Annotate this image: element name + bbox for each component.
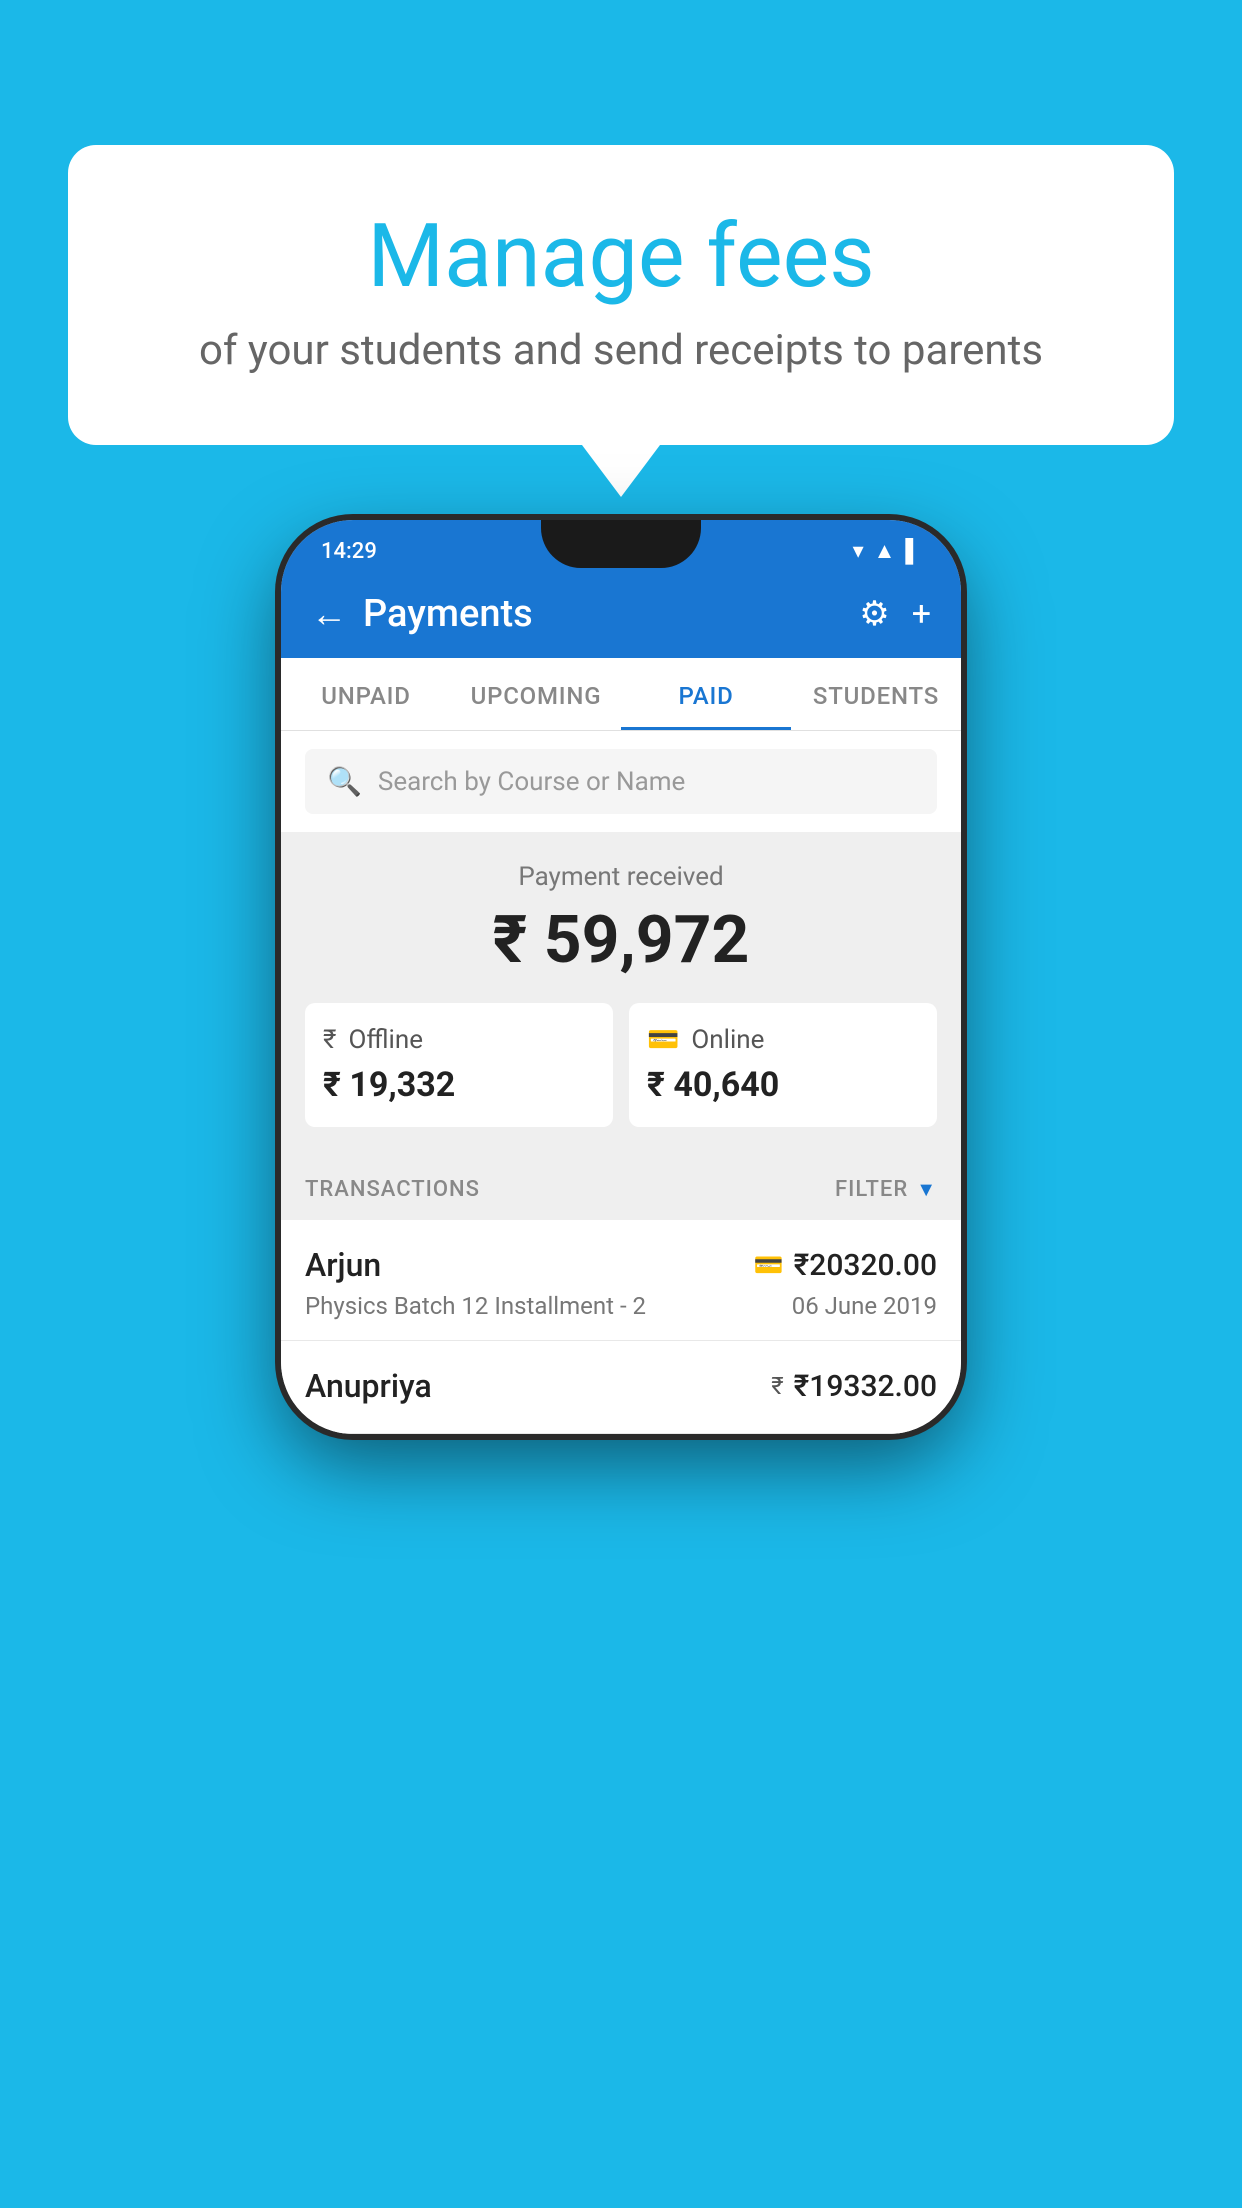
- add-button[interactable]: +: [912, 594, 931, 634]
- transaction-name: Anupriya: [305, 1367, 432, 1405]
- online-amount: ₹ 40,640: [647, 1065, 919, 1105]
- settings-button[interactable]: ⚙: [859, 594, 889, 634]
- online-label: Online: [691, 1025, 764, 1055]
- bubble-title: Manage fees: [148, 205, 1094, 308]
- transaction-item[interactable]: Anupriya ₹ ₹19332.00: [281, 1341, 961, 1434]
- battery-icon: ▌: [905, 538, 921, 564]
- search-icon: 🔍: [327, 765, 362, 798]
- transaction-list: Arjun 💳 ₹20320.00 Physics Batch 12 Insta…: [281, 1220, 961, 1434]
- wifi-icon: ▾: [853, 539, 864, 564]
- payment-cards: ₹ Offline ₹ 19,332 💳 Online ₹ 40,640: [301, 1003, 941, 1127]
- transactions-header: TRANSACTIONS FILTER ▼: [281, 1155, 961, 1220]
- tab-upcoming[interactable]: UPCOMING: [451, 658, 621, 730]
- bubble-subtitle: of your students and send receipts to pa…: [148, 326, 1094, 375]
- signal-icon: ▲: [874, 538, 896, 564]
- cash-mode-icon: ₹: [771, 1372, 783, 1400]
- app-bar-right: ⚙ +: [859, 594, 931, 634]
- app-bar: ← Payments ⚙ +: [281, 574, 961, 658]
- transaction-amount-wrap: 💳 ₹20320.00: [754, 1248, 937, 1283]
- transaction-amount: ₹19332.00: [794, 1369, 937, 1404]
- offline-card-header: ₹ Offline: [323, 1025, 595, 1055]
- transaction-row-bottom: Physics Batch 12 Installment - 2 06 June…: [305, 1292, 937, 1320]
- offline-label: Offline: [348, 1025, 423, 1055]
- transaction-amount-wrap: ₹ ₹19332.00: [771, 1369, 937, 1404]
- status-time: 14:29: [321, 539, 377, 564]
- filter-button[interactable]: FILTER ▼: [835, 1177, 937, 1202]
- speech-bubble: Manage fees of your students and send re…: [68, 145, 1174, 445]
- phone-screen: 14:29 ▾ ▲ ▌ ← Payments ⚙ +: [281, 520, 961, 1434]
- status-icons: ▾ ▲ ▌: [853, 538, 921, 564]
- tab-bar: UNPAID UPCOMING PAID STUDENTS: [281, 658, 961, 731]
- offline-card: ₹ Offline ₹ 19,332: [305, 1003, 613, 1127]
- online-card-header: 💳 Online: [647, 1025, 919, 1055]
- transaction-amount: ₹20320.00: [794, 1248, 937, 1283]
- filter-label: FILTER: [835, 1177, 908, 1202]
- filter-icon: ▼: [916, 1177, 937, 1202]
- transaction-name: Arjun: [305, 1246, 381, 1284]
- payment-summary: Payment received ₹ 59,972 ₹ Offline ₹ 19…: [281, 832, 961, 1155]
- back-button[interactable]: ←: [311, 593, 347, 635]
- tab-students[interactable]: STUDENTS: [791, 658, 961, 730]
- transaction-row-top: Anupriya ₹ ₹19332.00: [305, 1367, 937, 1405]
- transaction-course: Physics Batch 12 Installment - 2: [305, 1292, 646, 1320]
- search-placeholder: Search by Course or Name: [378, 767, 685, 797]
- tab-unpaid[interactable]: UNPAID: [281, 658, 451, 730]
- app-bar-title: Payments: [363, 592, 533, 636]
- transactions-label: TRANSACTIONS: [305, 1177, 480, 1202]
- card-mode-icon: 💳: [754, 1251, 784, 1279]
- payment-total-amount: ₹ 59,972: [301, 902, 941, 979]
- card-icon: 💳: [647, 1025, 679, 1055]
- transaction-row-top: Arjun 💳 ₹20320.00: [305, 1246, 937, 1284]
- payment-label: Payment received: [301, 862, 941, 892]
- phone-wrapper: 14:29 ▾ ▲ ▌ ← Payments ⚙ +: [281, 520, 961, 1434]
- online-card: 💳 Online ₹ 40,640: [629, 1003, 937, 1127]
- search-bar-container: 🔍 Search by Course or Name: [281, 731, 961, 832]
- cash-icon: ₹: [323, 1025, 336, 1055]
- offline-amount: ₹ 19,332: [323, 1065, 595, 1105]
- notch: [541, 520, 701, 568]
- search-input-wrap[interactable]: 🔍 Search by Course or Name: [305, 749, 937, 814]
- transaction-date: 06 June 2019: [792, 1292, 937, 1320]
- transaction-item[interactable]: Arjun 💳 ₹20320.00 Physics Batch 12 Insta…: [281, 1220, 961, 1341]
- phone-frame: 14:29 ▾ ▲ ▌ ← Payments ⚙ +: [281, 520, 961, 1434]
- app-bar-left: ← Payments: [311, 592, 533, 636]
- tab-paid[interactable]: PAID: [621, 658, 791, 730]
